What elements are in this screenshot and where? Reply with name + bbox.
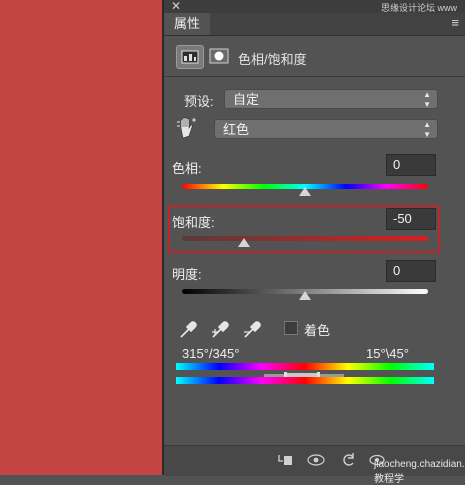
panel-menu-icon[interactable]: ≡: [451, 15, 459, 30]
separator: [164, 76, 465, 77]
saturation-label: 饱和度:: [172, 215, 215, 230]
saturation-field[interactable]: -50: [386, 208, 436, 230]
lightness-label: 明度:: [172, 267, 202, 282]
tab-properties[interactable]: 属性: [164, 13, 211, 35]
bottom-watermark: jiaocheng.chazidian.com 教程学: [374, 459, 465, 485]
channel-select[interactable]: 红色 ▲ ▼: [214, 119, 438, 139]
hue-slider-thumb[interactable]: [299, 187, 311, 196]
lightness-field[interactable]: 0: [386, 260, 436, 282]
panel-header: 属性 ≡: [164, 13, 465, 36]
eyedropper-icon[interactable]: [178, 318, 200, 340]
layer-mask-icon[interactable]: [206, 45, 232, 67]
adjustment-layer-icon[interactable]: [176, 45, 204, 69]
hue-field[interactable]: 0: [386, 154, 436, 176]
hue-label: 色相:: [172, 161, 202, 176]
clip-to-layer-icon[interactable]: [277, 452, 293, 468]
saturation-slider-thumb[interactable]: [237, 238, 250, 247]
preset-select-value: 自定: [233, 92, 260, 107]
lightness-slider-thumb[interactable]: [299, 291, 311, 300]
close-icon[interactable]: ✕: [171, 0, 181, 13]
subtract-from-sample-eyedropper-icon[interactable]: [242, 318, 264, 340]
saturation-slider-track[interactable]: [182, 236, 428, 241]
reset-icon[interactable]: [341, 452, 357, 468]
panel-top-strip: ✕ 思缘设计论坛 www: [164, 0, 465, 13]
colorize-checkbox[interactable]: [284, 321, 298, 335]
targeted-adjustment-hand-icon[interactable]: [176, 116, 198, 140]
document-canvas: [0, 0, 162, 475]
panel-bottom-bar: jiaocheng.chazidian.com 教程学: [164, 445, 465, 485]
add-to-sample-eyedropper-icon[interactable]: [210, 318, 232, 340]
select-arrows-icon: ▲ ▼: [423, 120, 431, 139]
preset-label: 预设:: [184, 94, 214, 109]
colorize-label: 着色: [304, 323, 331, 338]
channel-select-value: 红色: [223, 122, 250, 137]
preset-select[interactable]: 自定 ▲ ▼: [224, 89, 438, 109]
properties-panel: ✕ 思缘设计论坛 www 属性 ≡ 色相/饱和度 预设: 自定 ▲ ▼ 红色 ▲ ▼…: [164, 0, 465, 485]
view-previous-state-icon[interactable]: [307, 452, 325, 468]
output-color-bar: [176, 377, 434, 384]
range-left-label: 315°/345°: [182, 346, 240, 361]
select-arrows-icon: ▲ ▼: [423, 90, 431, 109]
adjustment-title: 色相/饱和度: [238, 52, 307, 67]
range-right-label: 15°\45°: [366, 346, 409, 361]
